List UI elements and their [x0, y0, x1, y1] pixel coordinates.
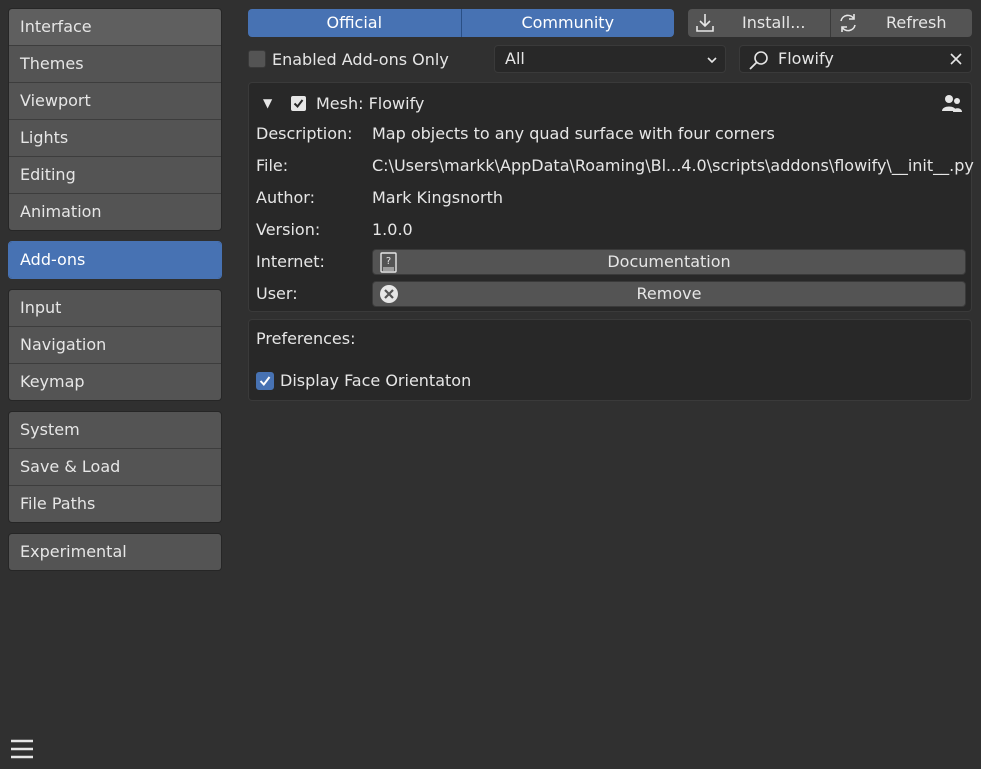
refresh-label: Refresh: [886, 13, 947, 32]
community-user-icon: [942, 95, 962, 112]
version-key: Version:: [256, 220, 321, 239]
sidebar-item-viewport[interactable]: Viewport: [9, 82, 221, 119]
official-button[interactable]: Official: [248, 9, 461, 37]
support-level-toggle: Official Community: [248, 9, 674, 37]
display-face-orientation-option[interactable]: Display Face Orientaton: [256, 371, 471, 390]
sidebar-group-system: System Save & Load File Paths: [8, 411, 222, 523]
install-button[interactable]: Install...: [688, 9, 830, 37]
author-key: Author:: [256, 188, 315, 207]
help-book-icon: ?: [380, 252, 397, 273]
sidebar-item-keymap[interactable]: Keymap: [9, 363, 221, 400]
svg-text:?: ?: [386, 256, 391, 267]
hamburger-menu-icon[interactable]: [10, 738, 34, 760]
sidebar-item-system[interactable]: System: [9, 412, 221, 448]
enabled-only-label: Enabled Add-ons Only: [272, 49, 449, 69]
category-value: All: [505, 49, 525, 68]
author-row: Author: Mark Kingsnorth: [256, 182, 968, 214]
sidebar-group-experimental: Experimental: [8, 533, 222, 571]
display-face-orientation-label: Display Face Orientaton: [280, 371, 472, 390]
author-value: Mark Kingsnorth: [372, 188, 504, 207]
remove-x-icon: [380, 285, 398, 303]
search-icon: [749, 51, 768, 70]
preferences-sidebar: Interface Themes Viewport Lights Editing…: [8, 8, 222, 581]
version-row: Version: 1.0.0: [256, 214, 968, 246]
sidebar-group-addons: Add-ons: [8, 241, 222, 279]
sidebar-item-add-ons[interactable]: Add-ons: [9, 242, 221, 278]
addon-panel: ▼ Mesh: Flowify Description: Map objects…: [248, 82, 974, 312]
file-row: File: C:\Users\markk\AppData\Roaming\Bl.…: [256, 150, 974, 182]
search-value: Flowify: [778, 49, 834, 68]
close-icon[interactable]: [949, 52, 963, 66]
sidebar-group-input: Input Navigation Keymap: [8, 289, 222, 401]
expand-triangle-icon[interactable]: ▼: [263, 96, 283, 110]
addon-header: ▼ Mesh: Flowify: [263, 92, 424, 114]
install-refresh-group: Install... Refresh: [688, 9, 972, 37]
sidebar-item-lights[interactable]: Lights: [9, 119, 221, 156]
sidebar-item-editing[interactable]: Editing: [9, 156, 221, 193]
sidebar-item-save-load[interactable]: Save & Load: [9, 448, 221, 485]
sidebar-item-themes[interactable]: Themes: [9, 45, 221, 82]
refresh-button[interactable]: Refresh: [829, 9, 972, 37]
documentation-label: Documentation: [607, 252, 731, 271]
internet-key: Internet:: [256, 252, 325, 271]
remove-button[interactable]: Remove: [372, 281, 966, 307]
addon-title: Mesh: Flowify: [316, 93, 425, 113]
documentation-button[interactable]: ? Documentation: [372, 249, 966, 275]
category-dropdown[interactable]: All: [494, 45, 726, 73]
enabled-only-checkbox[interactable]: [248, 50, 266, 68]
sidebar-group-ui: Interface Themes Viewport Lights Editing…: [8, 8, 222, 231]
community-button[interactable]: Community: [460, 9, 674, 37]
file-key: File:: [256, 156, 289, 175]
install-label: Install...: [742, 13, 806, 32]
description-value: Map objects to any quad surface with fou…: [372, 124, 775, 143]
version-value: 1.0.0: [372, 220, 413, 239]
preferences-title: Preferences:: [256, 329, 356, 348]
enabled-only-filter[interactable]: Enabled Add-ons Only: [248, 45, 449, 73]
sidebar-item-input[interactable]: Input: [9, 290, 221, 326]
description-key: Description:: [256, 124, 353, 143]
sidebar-item-file-paths[interactable]: File Paths: [9, 485, 221, 522]
description-row: Description: Map objects to any quad sur…: [256, 118, 968, 150]
refresh-icon: [839, 14, 856, 32]
check-icon: [293, 98, 304, 108]
addon-enable-checkbox[interactable]: [291, 95, 306, 111]
remove-label: Remove: [636, 284, 702, 303]
sidebar-item-interface[interactable]: Interface: [9, 9, 221, 45]
chevron-down-icon: [707, 57, 717, 64]
file-value: C:\Users\markk\AppData\Roaming\Bl...4.0\…: [372, 156, 974, 175]
addon-preferences-panel: Preferences: Display Face Orientaton: [248, 319, 972, 401]
sidebar-item-animation[interactable]: Animation: [9, 193, 221, 230]
user-key: User:: [256, 284, 298, 303]
display-face-orientation-checkbox[interactable]: [256, 371, 274, 390]
sidebar-item-experimental[interactable]: Experimental: [9, 534, 221, 570]
sidebar-item-navigation[interactable]: Navigation: [9, 326, 221, 363]
download-icon: [696, 14, 714, 32]
check-icon: [259, 375, 271, 386]
search-input[interactable]: Flowify: [739, 45, 972, 73]
